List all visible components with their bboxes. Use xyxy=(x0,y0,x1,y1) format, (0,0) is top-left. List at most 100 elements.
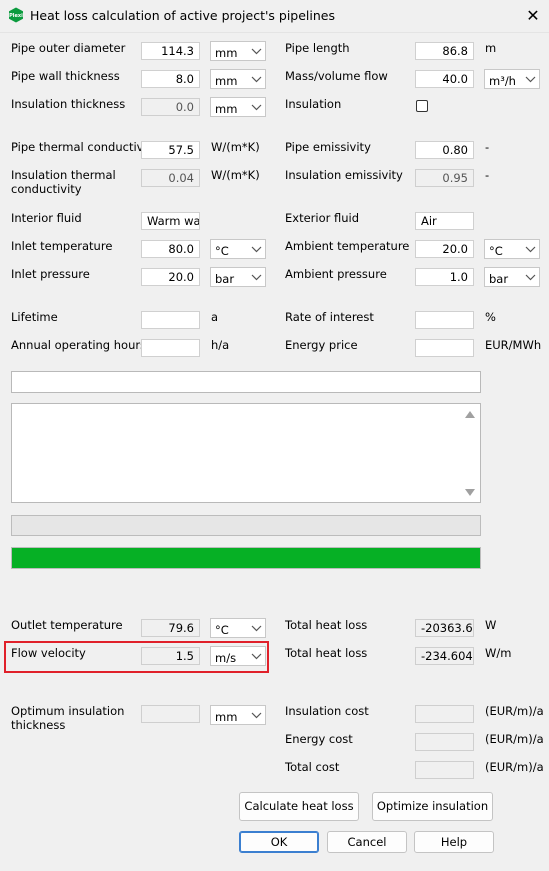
pipe-thermal-conductivity-input[interactable]: 57.5 xyxy=(141,141,200,159)
calculate-heat-loss-button[interactable]: Calculate heat loss xyxy=(239,792,359,821)
outlet-temperature-label: Outlet temperature xyxy=(11,618,123,632)
pipe-outer-diameter-label: Pipe outer diameter xyxy=(11,41,126,55)
scroll-down-icon[interactable] xyxy=(465,489,475,496)
interior-fluid-input[interactable]: Warm wate xyxy=(141,212,200,230)
outlet-temperature-output: 79.6 xyxy=(141,619,200,637)
insulation-conductivity-input: 0.04 xyxy=(141,169,200,187)
ambient-pressure-input[interactable]: 1.0 xyxy=(415,268,474,286)
pipe-wall-thickness-unit-select[interactable]: mm xyxy=(210,69,266,89)
insulation-thickness-label: Insulation thickness xyxy=(11,97,126,111)
exterior-fluid-input[interactable]: Air xyxy=(415,212,474,230)
scroll-up-icon[interactable] xyxy=(465,411,475,418)
log-panel[interactable] xyxy=(11,403,481,503)
pipe-thermal-conductivity-unit: W/(m*K) xyxy=(211,140,260,154)
outlet-temperature-unit-select[interactable]: °C xyxy=(210,618,266,638)
help-button[interactable]: Help xyxy=(414,831,494,853)
total-heat-loss-w-unit: W xyxy=(485,618,497,632)
annual-operating-hours-label: Annual operating hours xyxy=(11,338,147,352)
optimum-insulation-label: Optimum insulation thickness xyxy=(11,704,125,732)
insulation-conductivity-unit: W/(m*K) xyxy=(211,168,260,182)
inlet-pressure-input[interactable]: 20.0 xyxy=(141,268,200,286)
inlet-pressure-unit-select[interactable]: bar xyxy=(210,267,266,287)
svg-text:Plexi: Plexi xyxy=(9,13,23,19)
insulation-checkbox[interactable] xyxy=(416,100,428,112)
progress-bar-main-fill xyxy=(12,548,480,568)
flow-velocity-output: 1.5 xyxy=(141,647,200,665)
ambient-temperature-unit-select[interactable]: °C xyxy=(484,239,540,259)
pipe-length-input[interactable]: 86.8 xyxy=(415,42,474,60)
chevron-down-icon xyxy=(251,104,262,111)
pipe-outer-diameter-input[interactable]: 114.3 xyxy=(141,42,200,60)
interior-fluid-label: Interior fluid xyxy=(11,211,82,225)
inlet-pressure-label: Inlet pressure xyxy=(11,267,90,281)
chevron-down-icon xyxy=(251,246,262,253)
energy-cost-unit: (EUR/m)/a xyxy=(485,732,544,746)
chevron-down-icon xyxy=(251,625,262,632)
ok-button[interactable]: OK xyxy=(239,831,319,853)
rate-of-interest-input[interactable] xyxy=(415,311,474,329)
rate-of-interest-label: Rate of interest xyxy=(285,310,374,324)
insulation-emissivity-label: Insulation emissivity xyxy=(285,168,403,182)
window-title: Heat loss calculation of active project'… xyxy=(30,8,335,23)
pipe-emissivity-unit: - xyxy=(485,140,490,154)
chevron-down-icon xyxy=(251,712,262,719)
energy-price-label: Energy price xyxy=(285,338,358,352)
flow-velocity-unit-select[interactable]: m/s xyxy=(210,646,266,666)
insulation-thickness-input: 0.0 xyxy=(141,98,200,116)
mass-flow-input[interactable]: 40.0 xyxy=(415,70,474,88)
pipe-thermal-conductivity-label: Pipe thermal conductivity xyxy=(11,140,158,154)
ambient-pressure-unit-select[interactable]: bar xyxy=(484,267,540,287)
pipe-outer-diameter-unit-select[interactable]: mm xyxy=(210,41,266,61)
energy-price-input[interactable] xyxy=(415,339,474,357)
pipe-wall-thickness-label: Pipe wall thickness xyxy=(11,69,120,83)
optimum-insulation-output xyxy=(141,705,200,723)
pipe-emissivity-input[interactable]: 0.80 xyxy=(415,141,474,159)
insulation-cost-unit: (EUR/m)/a xyxy=(485,704,544,718)
ambient-temperature-label: Ambient temperature xyxy=(285,239,410,253)
inlet-temperature-unit-select[interactable]: °C xyxy=(210,239,266,259)
annual-operating-hours-input[interactable] xyxy=(141,339,200,357)
close-icon[interactable]: ✕ xyxy=(522,5,544,27)
chevron-down-icon xyxy=(251,76,262,83)
total-cost-unit: (EUR/m)/a xyxy=(485,760,544,774)
insulation-emissivity-unit: - xyxy=(485,168,490,182)
pipe-length-unit: m xyxy=(485,41,497,55)
total-heat-loss-wm-unit: W/m xyxy=(485,646,512,660)
total-heat-loss-w-output: -20363.649 xyxy=(415,619,474,637)
insulation-emissivity-input: 0.95 xyxy=(415,169,474,187)
mass-flow-label: Mass/volume flow xyxy=(285,69,388,83)
progress-bar-main xyxy=(11,547,481,569)
exterior-fluid-label: Exterior fluid xyxy=(285,211,360,225)
ambient-pressure-label: Ambient pressure xyxy=(285,267,387,281)
total-heat-loss-wm-label: Total heat loss xyxy=(285,646,368,660)
insulation-cost-label: Insulation cost xyxy=(285,704,369,718)
ambient-temperature-input[interactable]: 20.0 xyxy=(415,240,474,258)
pipe-emissivity-label: Pipe emissivity xyxy=(285,140,371,154)
chevron-down-icon xyxy=(251,274,262,281)
chevron-down-icon xyxy=(525,274,536,281)
inlet-temperature-label: Inlet temperature xyxy=(11,239,113,253)
chevron-down-icon xyxy=(525,246,536,253)
pipe-length-label: Pipe length xyxy=(285,41,350,55)
optimum-insulation-unit-select[interactable]: mm xyxy=(210,705,266,725)
insulation-cost-output xyxy=(415,705,474,723)
energy-cost-output xyxy=(415,733,474,751)
mass-flow-unit-select[interactable]: m³/h xyxy=(484,69,540,89)
total-cost-output xyxy=(415,761,474,779)
inlet-temperature-input[interactable]: 80.0 xyxy=(141,240,200,258)
rate-of-interest-unit: % xyxy=(485,310,496,324)
total-heat-loss-w-label: Total heat loss xyxy=(285,618,368,632)
status-line-box xyxy=(11,371,481,393)
progress-bar-secondary xyxy=(11,515,481,536)
annual-operating-hours-unit: h/a xyxy=(211,338,230,352)
optimize-insulation-button[interactable]: Optimize insulation xyxy=(372,792,493,821)
lifetime-input[interactable] xyxy=(141,311,200,329)
insulation-thickness-unit-select[interactable]: mm xyxy=(210,97,266,117)
app-logo-icon: Plexi xyxy=(9,7,23,23)
title-bar: Plexi Heat loss calculation of active pr… xyxy=(0,0,549,33)
total-heat-loss-wm-output: -234.60425 xyxy=(415,647,474,665)
energy-price-unit: EUR/MWh xyxy=(485,338,542,352)
cancel-button[interactable]: Cancel xyxy=(327,831,407,853)
pipe-wall-thickness-input[interactable]: 8.0 xyxy=(141,70,200,88)
flow-velocity-label: Flow velocity xyxy=(11,646,86,660)
